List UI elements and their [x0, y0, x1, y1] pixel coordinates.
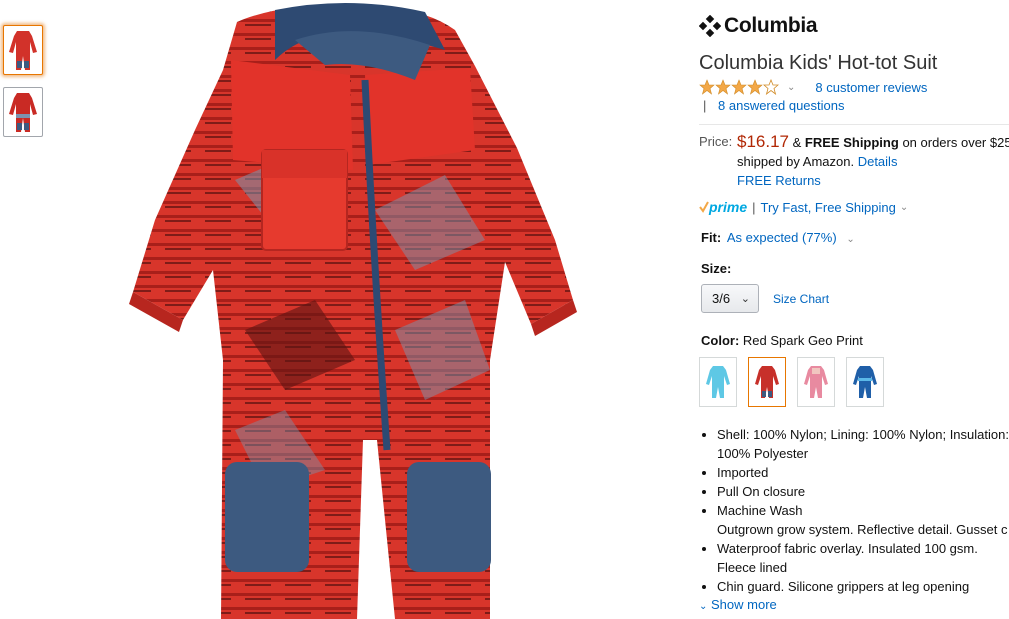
thumbnail-1[interactable]: [3, 25, 43, 75]
dropdown-chevron-icon: ⌄: [740, 293, 750, 305]
prime-row: prime | Try Fast, Free Shipping ⌄: [699, 199, 908, 215]
answered-questions-row: | 8 answered questions: [703, 98, 845, 113]
stars-icon: [699, 79, 779, 95]
fit-label: Fit:: [701, 230, 722, 245]
prime-chevron-icon[interactable]: ⌄: [900, 202, 908, 213]
price-block: $16.17 & FREE Shipping on orders over $2…: [737, 132, 1009, 190]
thumbnail-strip: [3, 25, 43, 149]
prime-check-icon: [699, 201, 709, 213]
snowsuit-thumbnail-icon: [9, 31, 37, 70]
size-chart-link[interactable]: Size Chart: [773, 292, 829, 306]
fit-row: Fit: As expected (77%) ⌄: [701, 230, 855, 245]
fit-chevron-icon[interactable]: ⌄: [846, 234, 854, 245]
snowsuit-swatch-icon: [755, 366, 779, 398]
star-rating[interactable]: [699, 79, 779, 95]
show-more-link[interactable]: ⌄ Show more: [699, 597, 777, 612]
product-title: Columbia Kids' Hot-tot Suit: [699, 52, 938, 74]
feature-bullet: Pull On closure: [717, 482, 1009, 501]
rating-dropdown-chevron-icon[interactable]: ⌄: [787, 82, 795, 93]
feature-bullet: Outgrown grow system. Reflective detail.…: [717, 520, 1009, 539]
price-amp: &: [792, 135, 802, 150]
prime-offer-link[interactable]: Try Fast, Free Shipping: [761, 200, 896, 215]
color-swatch-2[interactable]: [748, 357, 786, 407]
brand-name: Columbia: [724, 14, 818, 37]
price-label: Price:: [699, 134, 733, 149]
prime-logo-text: prime: [709, 199, 748, 215]
color-swatch-4[interactable]: [846, 357, 884, 407]
price-value: $16.17: [737, 132, 789, 151]
size-selected-value: 3/6: [712, 291, 731, 306]
prime-separator: |: [752, 199, 756, 215]
thumbnail-2[interactable]: [3, 87, 43, 137]
color-swatches: [699, 357, 895, 407]
show-more-label: Show more: [711, 597, 777, 612]
shipping-terms: on orders over $25: [902, 135, 1009, 150]
free-shipping-label: FREE Shipping: [804, 135, 899, 150]
qa-separator: |: [703, 98, 707, 113]
feature-bullet: Machine Wash: [717, 501, 1009, 520]
product-main-image: [129, 2, 577, 619]
customer-reviews-link[interactable]: 8 customer reviews: [815, 80, 927, 95]
snowsuit-swatch-icon: [706, 366, 730, 398]
color-swatch-3[interactable]: [797, 357, 835, 407]
size-dropdown[interactable]: 3/6 ⌄: [701, 284, 759, 313]
snowsuit-swatch-icon: [804, 366, 828, 398]
feature-bullet: Waterproof fabric overlay. Insulated 100…: [717, 539, 1009, 577]
size-label: Size:: [701, 261, 732, 276]
feature-bullet: Shell: 100% Nylon; Lining: 100% Nylon; I…: [717, 425, 1009, 463]
color-selected-value: Red Spark Geo Print: [742, 333, 863, 348]
fit-value-link[interactable]: As expected (77%): [727, 230, 837, 245]
brand-logo-link[interactable]: Columbia: [699, 14, 818, 38]
feature-bullet: Imported: [717, 463, 1009, 482]
shipped-by-text: shipped by Amazon.: [737, 154, 855, 169]
free-returns-link[interactable]: FREE Returns: [737, 173, 821, 188]
snowsuit-back-thumbnail-icon: [9, 93, 37, 132]
rating-row: ⌄ 8 customer reviews: [699, 79, 927, 95]
feature-bullets: Shell: 100% Nylon; Lining: 100% Nylon; I…: [699, 425, 1009, 596]
snowsuit-swatch-icon: [853, 366, 877, 398]
color-row: Color: Red Spark Geo Print: [701, 333, 863, 348]
prime-logo: prime: [699, 199, 747, 215]
columbia-diamond-logo-icon: [699, 15, 721, 37]
color-swatch-1[interactable]: [699, 357, 737, 407]
divider: [699, 124, 1009, 125]
feature-bullet: Chin guard. Silicone grippers at leg ope…: [717, 577, 1009, 596]
shipping-details-link[interactable]: Details: [858, 154, 898, 169]
chevron-down-icon: ⌄: [699, 601, 708, 612]
color-label: Color:: [701, 333, 740, 348]
answered-questions-link[interactable]: 8 answered questions: [718, 98, 844, 113]
